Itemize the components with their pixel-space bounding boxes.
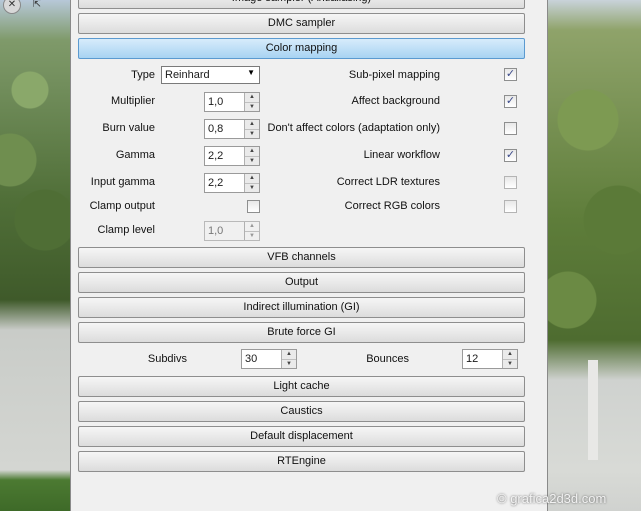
type-value: Reinhard: [165, 69, 210, 81]
clamp-level-spinner[interactable]: 1,0 ▲ ▼: [204, 221, 260, 241]
spinner-arrows[interactable]: ▲ ▼: [244, 222, 259, 240]
subpixel-mapping-label: Sub-pixel mapping: [348, 69, 440, 81]
dont-affect-colors-checkbox[interactable]: [504, 122, 517, 135]
spin-down-icon[interactable]: ▼: [245, 231, 259, 240]
correct-ldr-checkbox[interactable]: [504, 176, 517, 189]
bounces-label: Bounces: [366, 353, 409, 365]
spinner-arrows[interactable]: ▲ ▼: [281, 350, 296, 368]
linear-workflow-label: Linear workflow: [363, 149, 440, 161]
correct-rgb-label: Correct RGB colors: [344, 200, 440, 212]
multiplier-label: Multiplier: [110, 95, 155, 107]
input-gamma-label: Input gamma: [90, 176, 155, 188]
spin-down-icon[interactable]: ▼: [503, 359, 517, 368]
gamma-label: Gamma: [115, 149, 155, 161]
spin-up-icon[interactable]: ▲: [503, 350, 517, 359]
type-label: Type: [131, 69, 155, 81]
rollout-image-sampler[interactable]: Image sampler (Antialiasing): [78, 0, 525, 9]
clamp-level-value: 1,0: [208, 225, 224, 237]
clamp-output-label: Clamp output: [89, 200, 155, 212]
multiplier-value: 1,0: [208, 96, 224, 108]
affect-background-checkbox[interactable]: ✓: [504, 95, 517, 108]
rollout-vfb-channels[interactable]: VFB channels: [78, 247, 525, 268]
rollout-default-displacement[interactable]: Default displacement: [78, 426, 525, 447]
burn-value: 0,8: [208, 123, 224, 135]
rollout-rtengine[interactable]: RTEngine: [78, 451, 525, 472]
close-icon[interactable]: ✕: [3, 0, 21, 14]
spinner-arrows[interactable]: ▲ ▼: [502, 350, 517, 368]
affect-background-label: Affect background: [351, 95, 440, 107]
spin-down-icon[interactable]: ▼: [282, 359, 296, 368]
rollout-light-cache[interactable]: Light cache: [78, 376, 525, 397]
rollout-color-mapping[interactable]: Color mapping: [78, 38, 525, 59]
render-background-left: [0, 0, 70, 511]
spin-up-icon[interactable]: ▲: [245, 222, 259, 231]
subdivs-spinner[interactable]: 30 ▲ ▼: [241, 349, 297, 369]
input-gamma-value: 2,2: [208, 177, 224, 189]
top-toolbar-icons: ✕ ⇱: [0, 0, 70, 14]
subpixel-mapping-checkbox[interactable]: ✓: [504, 68, 517, 81]
watermark-text: © grafica2d3d.com: [497, 491, 607, 506]
rollout-dmc-sampler[interactable]: DMC sampler: [78, 13, 525, 34]
rollout-caustics[interactable]: Caustics: [78, 401, 525, 422]
dont-affect-colors-label: Don't affect colors (adaptation only): [267, 122, 441, 134]
render-background-right: [548, 0, 641, 511]
rollout-output[interactable]: Output: [78, 272, 525, 293]
correct-rgb-checkbox[interactable]: [504, 200, 517, 213]
rollout-brute-force-gi[interactable]: Brute force GI: [78, 322, 525, 343]
subdivs-label: Subdivs: [147, 353, 187, 365]
bounces-spinner[interactable]: 12 ▲ ▼: [462, 349, 518, 369]
pillar-shape: [588, 360, 598, 460]
cursor-icon[interactable]: ⇱: [28, 0, 46, 14]
type-dropdown[interactable]: Reinhard ▼: [161, 66, 260, 84]
render-settings-panel: Image sampler (Antialiasing) DMC sampler…: [70, 0, 548, 511]
gamma-value: 2,2: [208, 150, 224, 162]
clamp-level-label: Clamp level: [97, 224, 155, 236]
correct-ldr-label: Correct LDR textures: [336, 176, 440, 188]
rollout-indirect-illumination[interactable]: Indirect illumination (GI): [78, 297, 525, 318]
subdivs-value: 30: [245, 353, 258, 365]
linear-workflow-checkbox[interactable]: ✓: [504, 149, 517, 162]
bounces-value: 12: [466, 353, 479, 365]
spin-up-icon[interactable]: ▲: [282, 350, 296, 359]
burn-value-label: Burn value: [102, 122, 155, 134]
